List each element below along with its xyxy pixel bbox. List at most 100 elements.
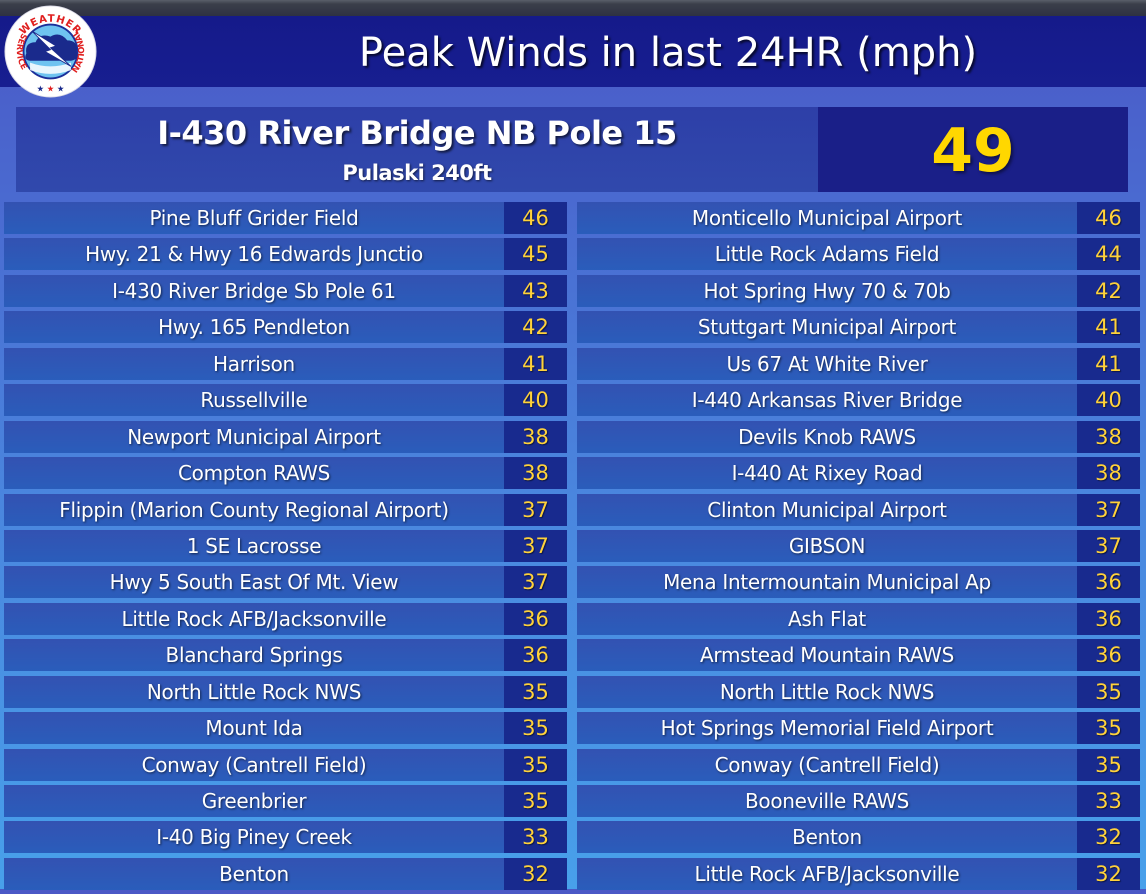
station-row: Benton 32 bbox=[577, 821, 1140, 854]
station-wind-value: 43 bbox=[504, 274, 567, 307]
station-wind-value: 38 bbox=[1077, 420, 1140, 453]
station-wind-value: 46 bbox=[504, 202, 567, 234]
station-wind-value: 38 bbox=[504, 457, 567, 490]
station-row: Monticello Municipal Airport 46 bbox=[577, 202, 1140, 234]
station-row: Greenbrier 35 bbox=[4, 785, 567, 817]
right-station-list: Monticello Municipal Airport 46 Little Roc… bbox=[577, 202, 1140, 894]
station-wind-value: 36 bbox=[1077, 639, 1140, 672]
station-row: Little Rock AFB/Jacksonville 32 bbox=[577, 857, 1140, 890]
station-wind-value: 32 bbox=[504, 857, 567, 890]
station-name: Hwy. 21 & Hwy 16 Edwards Junctio bbox=[4, 238, 504, 271]
station-row: Benton 32 bbox=[4, 857, 567, 890]
top-station-panel: I-430 River Bridge NB Pole 15 Pulaski 24… bbox=[16, 107, 1128, 192]
station-wind-value: 35 bbox=[504, 712, 567, 745]
station-wind-value: 46 bbox=[1077, 202, 1140, 234]
station-wind-value: 35 bbox=[1077, 675, 1140, 708]
station-wind-value: 35 bbox=[504, 785, 567, 817]
station-wind-value: 32 bbox=[1077, 821, 1140, 854]
station-name: Russellville bbox=[4, 384, 504, 417]
station-wind-value: 38 bbox=[504, 420, 567, 453]
station-wind-value: 36 bbox=[504, 602, 567, 635]
station-row: North Little Rock NWS 35 bbox=[577, 675, 1140, 708]
station-name: Hwy 5 South East Of Mt. View bbox=[4, 566, 504, 599]
station-name: Compton RAWS bbox=[4, 457, 504, 490]
station-wind-value: 42 bbox=[504, 311, 567, 344]
station-name: Flippin (Marion County Regional Airport) bbox=[4, 493, 504, 526]
station-name: Stuttgart Municipal Airport bbox=[577, 311, 1077, 344]
station-row: Mount Ida 35 bbox=[4, 712, 567, 745]
station-row: Russellville 40 bbox=[4, 384, 567, 417]
station-name: Conway (Cantrell Field) bbox=[4, 748, 504, 781]
station-name: Hot Spring Hwy 70 & 70b bbox=[577, 274, 1077, 307]
station-row: GIBSON 37 bbox=[577, 529, 1140, 562]
station-name: North Little Rock NWS bbox=[4, 675, 504, 708]
station-wind-value: 40 bbox=[504, 384, 567, 417]
station-name: Benton bbox=[4, 857, 504, 890]
station-row: I-440 At Rixey Road 38 bbox=[577, 457, 1140, 490]
station-wind-value: 41 bbox=[1077, 347, 1140, 380]
station-name: I-40 Big Piney Creek bbox=[4, 821, 504, 854]
top-station-name: I-430 River Bridge NB Pole 15 bbox=[157, 114, 677, 152]
station-row: Flippin (Marion County Regional Airport)… bbox=[4, 493, 567, 526]
station-wind-value: 33 bbox=[504, 821, 567, 854]
station-row: Conway (Cantrell Field) 35 bbox=[577, 748, 1140, 781]
station-row: Compton RAWS 38 bbox=[4, 457, 567, 490]
station-name: GIBSON bbox=[577, 529, 1077, 562]
station-row: Ash Flat 36 bbox=[577, 602, 1140, 635]
top-station-value: 49 bbox=[931, 116, 1015, 186]
station-name: Conway (Cantrell Field) bbox=[577, 748, 1077, 781]
station-wind-value: 32 bbox=[1077, 857, 1140, 890]
station-wind-value: 37 bbox=[504, 529, 567, 562]
station-row: Hwy. 21 & Hwy 16 Edwards Junctio 45 bbox=[4, 238, 567, 271]
station-name: Monticello Municipal Airport bbox=[577, 202, 1077, 234]
left-station-list: Pine Bluff Grider Field 46 Hwy. 21 & Hwy 1… bbox=[4, 202, 567, 894]
header-bar: Peak Winds in last 24HR (mph) bbox=[0, 16, 1146, 87]
station-name: Little Rock Adams Field bbox=[577, 238, 1077, 271]
station-wind-value: 41 bbox=[1077, 311, 1140, 344]
station-name: Us 67 At White River bbox=[577, 347, 1077, 380]
top-station-info: I-430 River Bridge NB Pole 15 Pulaski 24… bbox=[16, 107, 818, 192]
station-name: Newport Municipal Airport bbox=[4, 420, 504, 453]
station-name: I-440 At Rixey Road bbox=[577, 457, 1077, 490]
station-wind-value: 44 bbox=[1077, 238, 1140, 271]
station-row: Hot Spring Hwy 70 & 70b 42 bbox=[577, 274, 1140, 307]
station-row: Us 67 At White River 41 bbox=[577, 347, 1140, 380]
station-wind-value: 38 bbox=[1077, 457, 1140, 490]
station-row: 1 SE Lacrosse 37 bbox=[4, 529, 567, 562]
station-name: Mena Intermountain Municipal Ap bbox=[577, 566, 1077, 599]
station-wind-value: 35 bbox=[1077, 748, 1140, 781]
station-wind-value: 36 bbox=[1077, 566, 1140, 599]
top-station-subtitle: Pulaski 240ft bbox=[342, 161, 492, 185]
station-wind-value: 36 bbox=[1077, 602, 1140, 635]
station-wind-value: 42 bbox=[1077, 274, 1140, 307]
station-wind-value: 37 bbox=[1077, 493, 1140, 526]
station-row: Blanchard Springs 36 bbox=[4, 639, 567, 672]
station-row: Mena Intermountain Municipal Ap 36 bbox=[577, 566, 1140, 599]
station-wind-value: 35 bbox=[504, 675, 567, 708]
station-name: Mount Ida bbox=[4, 712, 504, 745]
station-wind-value: 35 bbox=[1077, 712, 1140, 745]
station-wind-value: 41 bbox=[504, 347, 567, 380]
station-row: Armstead Mountain RAWS 36 bbox=[577, 639, 1140, 672]
station-wind-value: 40 bbox=[1077, 384, 1140, 417]
station-name: Greenbrier bbox=[4, 785, 504, 817]
station-name: Clinton Municipal Airport bbox=[577, 493, 1077, 526]
station-row: Little Rock AFB/Jacksonville 36 bbox=[4, 602, 567, 635]
station-name: Hot Springs Memorial Field Airport bbox=[577, 712, 1077, 745]
top-station-value-box: 49 bbox=[818, 107, 1128, 192]
station-name: Benton bbox=[577, 821, 1077, 854]
station-wind-value: 35 bbox=[504, 748, 567, 781]
station-row: I-440 Arkansas River Bridge 40 bbox=[577, 384, 1140, 417]
station-name: Little Rock AFB/Jacksonville bbox=[4, 602, 504, 635]
station-wind-value: 33 bbox=[1077, 785, 1140, 817]
station-name: Hwy. 165 Pendleton bbox=[4, 311, 504, 344]
station-row: Stuttgart Municipal Airport 41 bbox=[577, 311, 1140, 344]
station-wind-value: 37 bbox=[504, 566, 567, 599]
station-name: Pine Bluff Grider Field bbox=[4, 202, 504, 234]
station-name: Harrison bbox=[4, 347, 504, 380]
station-row: Pine Bluff Grider Field 46 bbox=[4, 202, 567, 234]
station-name: North Little Rock NWS bbox=[577, 675, 1077, 708]
station-row: Hwy. 165 Pendleton 42 bbox=[4, 311, 567, 344]
station-row: North Little Rock NWS 35 bbox=[4, 675, 567, 708]
station-row: Hwy 5 South East Of Mt. View 37 bbox=[4, 566, 567, 599]
